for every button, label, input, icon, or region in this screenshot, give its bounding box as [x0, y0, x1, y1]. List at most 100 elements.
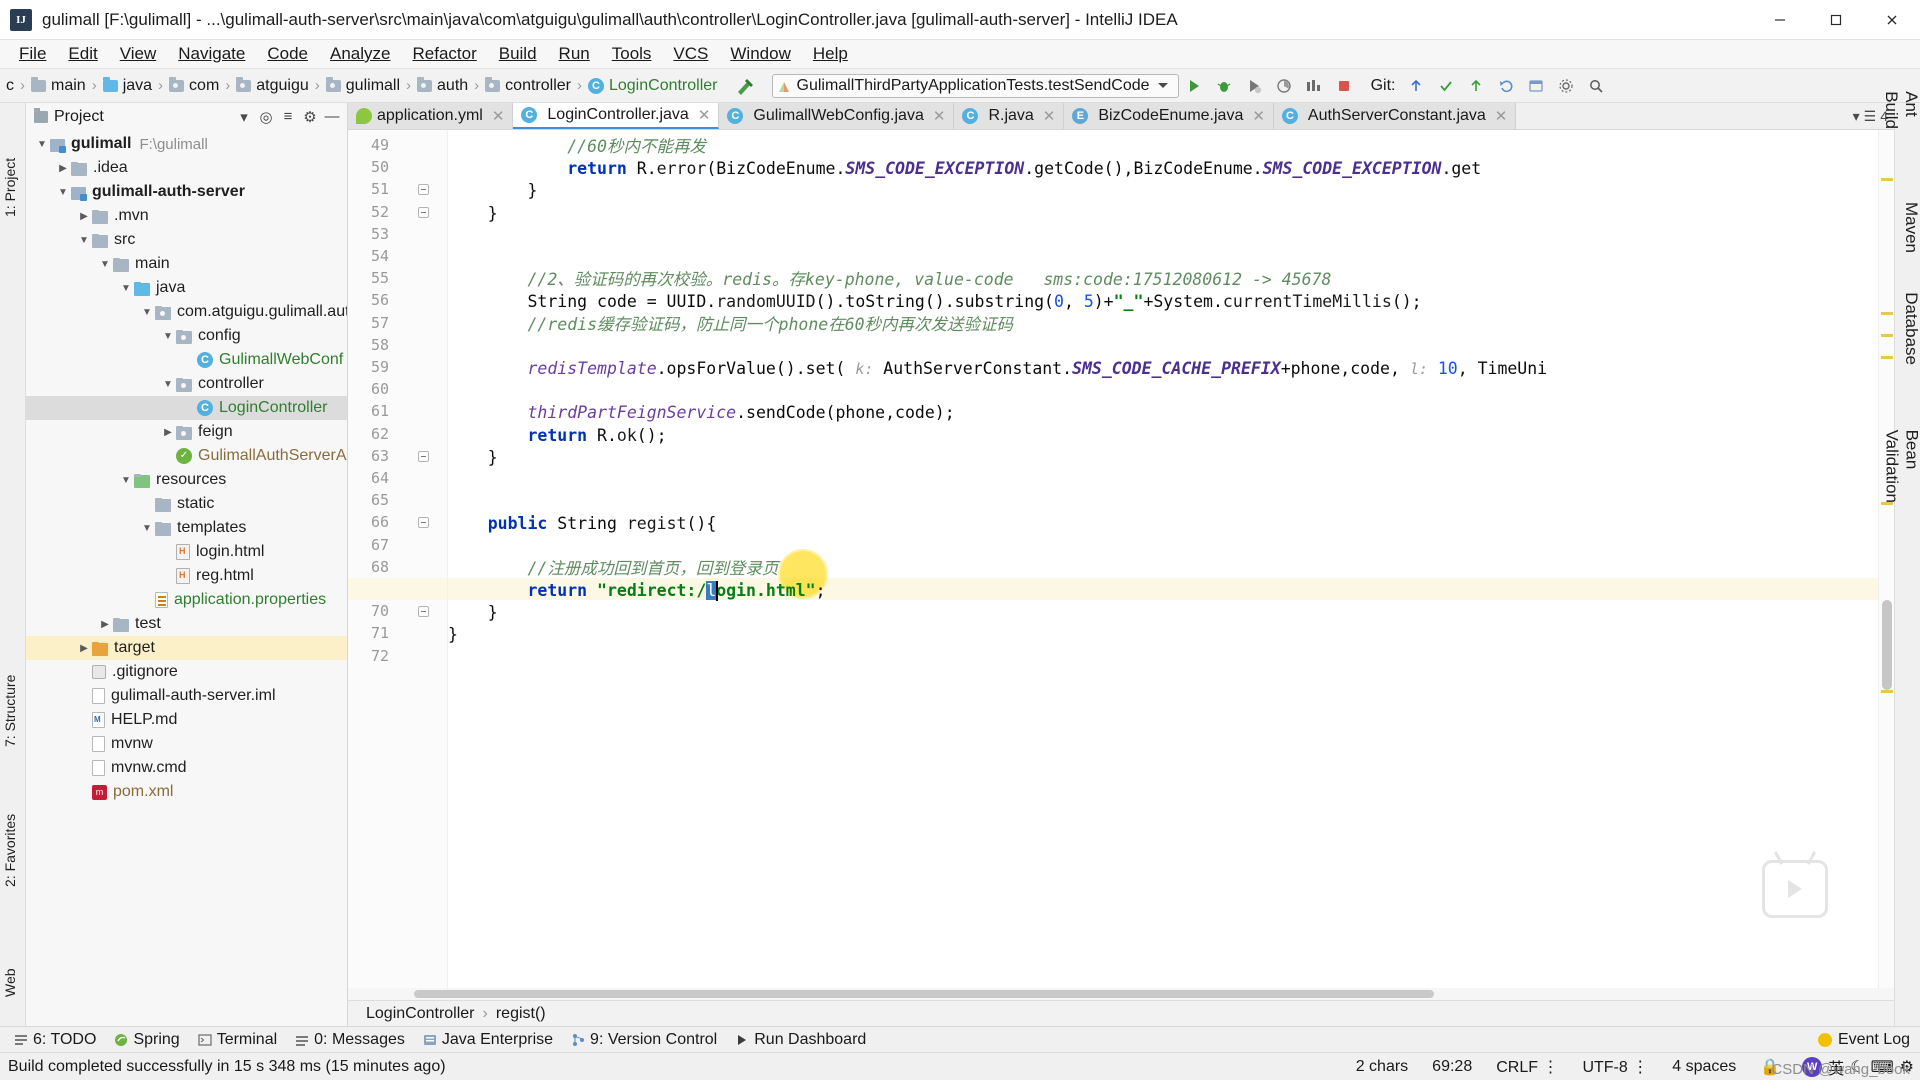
minimize-button[interactable] [1752, 0, 1808, 40]
rail-tab-project[interactable]: 1: Project [0, 152, 21, 223]
editor-tab-r-java[interactable]: C R.java ✕ [954, 103, 1065, 129]
code-line[interactable]: } [448, 602, 498, 624]
maximize-button[interactable] [1808, 0, 1864, 40]
chevron-right-icon[interactable]: ▶ [97, 619, 113, 630]
tree-node[interactable]: ▼ src [26, 228, 347, 252]
menu-view[interactable]: View [109, 41, 168, 67]
close-icon[interactable]: ✕ [1043, 107, 1056, 125]
tree-node[interactable]: application.properties [26, 588, 347, 612]
editor-marker-bar[interactable] [1878, 130, 1894, 988]
menu-tools[interactable]: Tools [601, 41, 663, 67]
chevron-right-icon[interactable]: ▶ [76, 211, 92, 222]
code-line[interactable]: //2、验证码的再次校验。redis。存key-phone, value-cod… [448, 269, 1331, 291]
menu-code[interactable]: Code [256, 41, 319, 67]
tree-node[interactable]: ▼ resources [26, 468, 347, 492]
tree-node[interactable]: ▼ gulimall F:\gulimall [26, 132, 347, 156]
chevron-right-icon[interactable]: ▶ [55, 163, 71, 174]
menu-help[interactable]: Help [802, 41, 859, 67]
code-line[interactable]: public String regist(){ [448, 513, 717, 535]
collapse-all-icon[interactable]: ≡ [277, 106, 299, 128]
close-button[interactable] [1864, 0, 1920, 40]
tool-button-spring[interactable]: Spring [106, 1029, 187, 1051]
editor-tab-logincontroller[interactable]: C LoginController.java ✕ [513, 103, 720, 129]
code-line[interactable]: return R.error(BizCodeEnume.SMS_CODE_EXC… [448, 158, 1481, 180]
build-hammer-icon[interactable] [734, 76, 756, 96]
git-update-button[interactable] [1401, 73, 1431, 99]
menu-window[interactable]: Window [719, 41, 801, 67]
chevron-down-icon[interactable]: ▼ [139, 523, 155, 534]
chevron-down-icon[interactable]: ▼ [118, 475, 134, 486]
tool-button-run-dashboard[interactable]: Run Dashboard [727, 1029, 874, 1051]
editor-hscroll-thumb[interactable] [414, 990, 1434, 998]
menu-edit[interactable]: Edit [57, 41, 108, 67]
chevron-right-icon[interactable]: ▶ [160, 427, 176, 438]
debug-button[interactable] [1209, 73, 1239, 99]
tree-node[interactable]: mvnw.cmd [26, 756, 347, 780]
breadcrumb-item-controller[interactable]: controller [483, 76, 573, 95]
breadcrumb-item-auth[interactable]: auth [415, 76, 470, 95]
breadcrumb-item-logincontroller[interactable]: C LoginController [586, 77, 720, 95]
code-line[interactable] [448, 247, 458, 269]
tree-node[interactable]: ▼ java [26, 276, 347, 300]
editor-tab-bizcodeenume[interactable]: E BizCodeEnume.java ✕ [1064, 103, 1274, 129]
chevron-down-icon[interactable]: ▼ [76, 235, 92, 246]
hide-panel-icon[interactable]: — [321, 106, 343, 128]
editor-horizontal-scrollbar[interactable] [348, 988, 1894, 1000]
code-line[interactable] [448, 536, 458, 558]
editor-gutter[interactable]: 49 50 51 52 53 54 55 56 57 58 59 60 61 62 63 64 65 66 67 68… [348, 130, 448, 988]
tree-node[interactable]: C LoginController [26, 396, 347, 420]
run-button[interactable] [1179, 73, 1209, 99]
tree-node[interactable]: ▶ .idea [26, 156, 347, 180]
rail-tab-structure[interactable]: 7: Structure [0, 669, 21, 753]
code-line[interactable]: return "redirect:/login.html"; [448, 580, 826, 602]
menu-analyze[interactable]: Analyze [319, 41, 401, 67]
breadcrumb-item-gulimall[interactable]: gulimall [324, 76, 402, 95]
tree-node[interactable]: ▼ templates [26, 516, 347, 540]
editor-tab-authserverconstant[interactable]: C AuthServerConstant.java ✕ [1273, 103, 1517, 129]
tree-node[interactable]: ▼ com.atguigu.gulimall.aut [26, 300, 347, 324]
settings-button[interactable] [1551, 73, 1581, 99]
code-content[interactable]: //60秒内不能再发 return R.error(BizCodeEnume.S… [448, 130, 1878, 988]
tree-node[interactable]: ▼ config [26, 324, 347, 348]
open-in-browser-button[interactable] [1521, 73, 1551, 99]
breadcrumb-item-com[interactable]: com [167, 76, 221, 95]
chevron-down-icon[interactable]: ▼ [160, 331, 176, 342]
tab-layout-icon[interactable]: ☰ [1864, 108, 1877, 125]
rail-tab-ant-build[interactable]: Ant Build [1881, 91, 1920, 129]
tool-button-terminal[interactable]: Terminal [190, 1029, 285, 1051]
close-icon[interactable]: ✕ [698, 106, 711, 124]
tree-node[interactable]: ▶ .mvn [26, 204, 347, 228]
code-line[interactable]: thirdPartFeignService.sendCode(phone,cod… [448, 402, 954, 424]
chevron-down-icon[interactable]: ▼ [55, 187, 71, 198]
tree-node[interactable]: reg.html [26, 564, 347, 588]
tab-list-icon[interactable]: ▾ [1853, 108, 1860, 125]
close-icon[interactable]: ✕ [492, 107, 505, 125]
rail-tab-database[interactable]: Database [1901, 292, 1920, 365]
chevron-down-icon[interactable]: ▼ [34, 139, 50, 150]
tool-button-java-enterprise[interactable]: Java Enterprise [415, 1029, 561, 1051]
tree-node[interactable]: ▶ test [26, 612, 347, 636]
run-configuration-selector[interactable]: GulimallThirdPartyApplicationTests.testS… [771, 73, 1179, 98]
git-commit-button[interactable] [1431, 73, 1461, 99]
code-fold-toggle[interactable] [418, 517, 429, 529]
tree-node[interactable]: C GulimallWebConf [26, 348, 347, 372]
tree-node[interactable]: ▼ gulimall-auth-server [26, 180, 347, 204]
editor-breadcrumb-method[interactable]: regist() [496, 1005, 546, 1023]
code-line[interactable] [448, 336, 458, 358]
search-everywhere-button[interactable] [1581, 73, 1611, 99]
event-log-button[interactable]: Event Log [1808, 1029, 1920, 1051]
tree-node[interactable]: login.html [26, 540, 347, 564]
tree-node[interactable]: mvnw [26, 732, 347, 756]
tree-node[interactable]: .gitignore [26, 660, 347, 684]
code-line[interactable]: } [448, 624, 458, 646]
breadcrumb-item-c[interactable]: c [4, 77, 16, 95]
tree-node[interactable]: ▼ main [26, 252, 347, 276]
rail-tab-web[interactable]: Web [0, 962, 21, 1003]
code-line[interactable]: redisTemplate.opsForValue().set( k: Auth… [448, 358, 1547, 380]
rail-tab-maven[interactable]: Maven [1901, 202, 1920, 253]
code-line[interactable]: //注册成功回到首页，回到登录页 [448, 558, 778, 580]
editor-tab-gulimallwebconfig[interactable]: C GulimallWebConfig.java ✕ [719, 103, 955, 129]
tree-node[interactable]: m pom.xml [26, 780, 347, 804]
chevron-down-icon[interactable]: ▼ [118, 283, 134, 294]
editor-tab-application-yml[interactable]: application.yml ✕ [348, 103, 514, 129]
